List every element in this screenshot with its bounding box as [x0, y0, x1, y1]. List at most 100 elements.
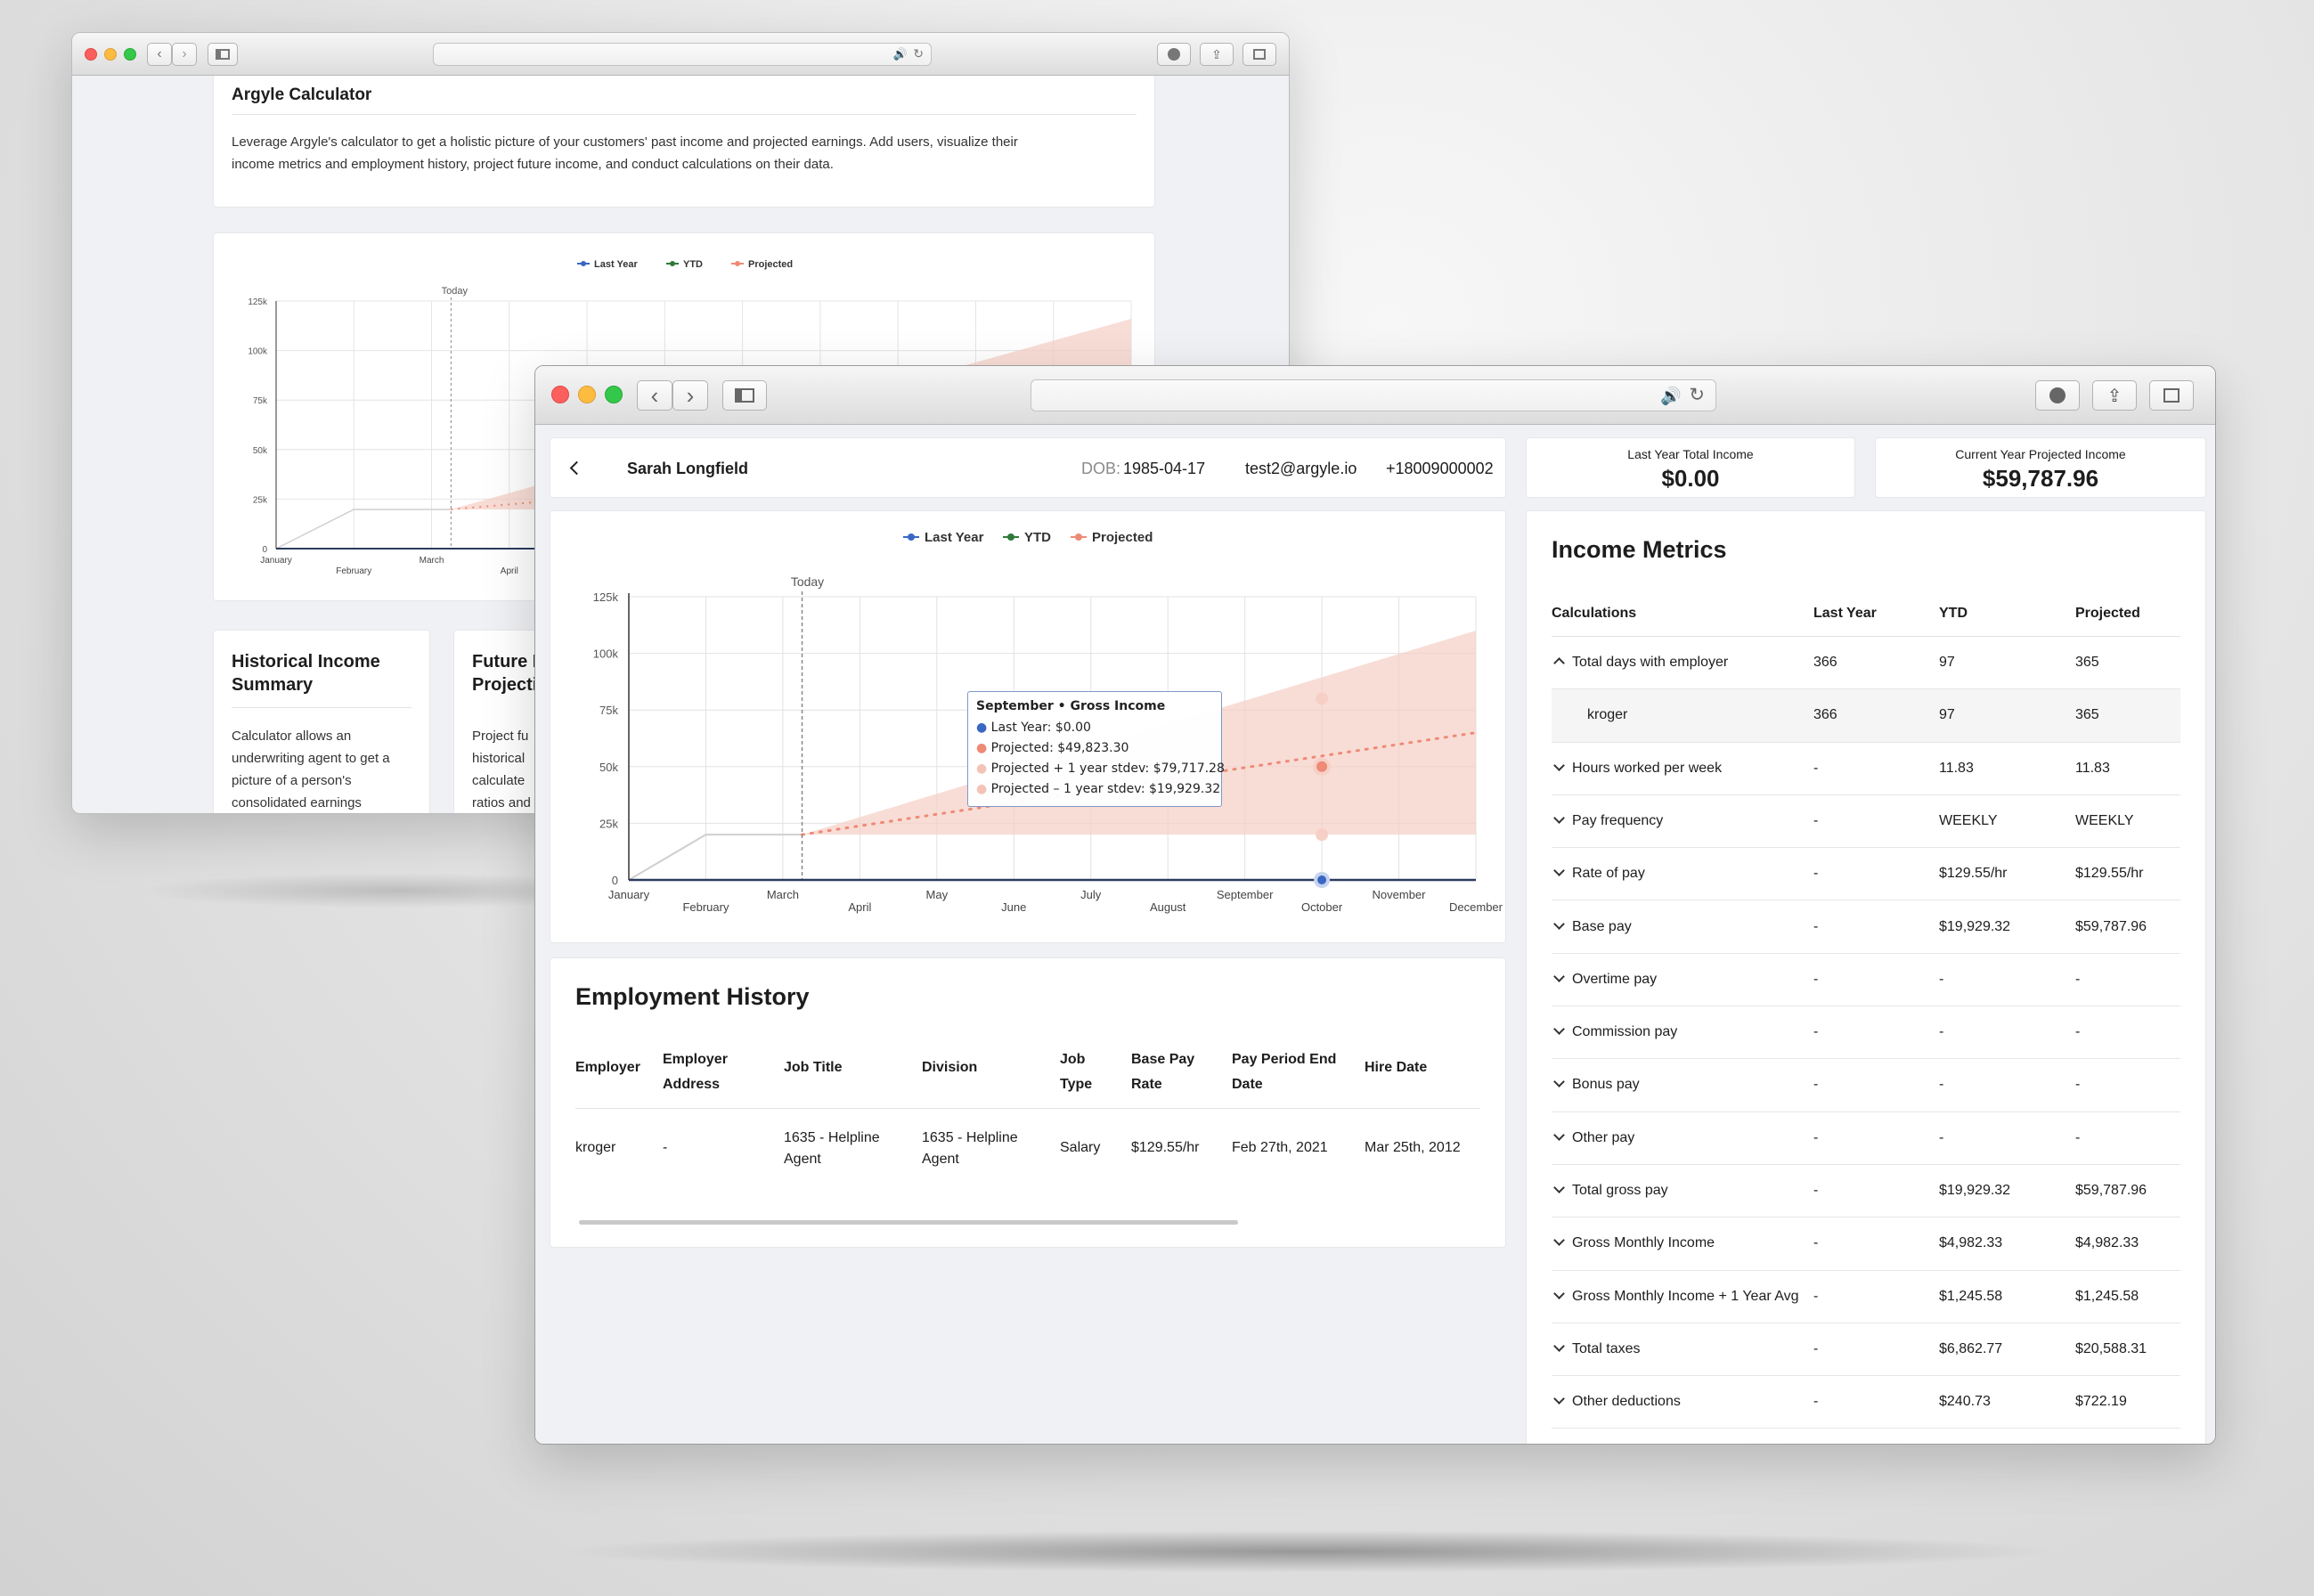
- metric-last-year-text: 366: [1813, 707, 1837, 723]
- chevron-down-icon[interactable]: [1553, 917, 1565, 930]
- dob-value: 1985-04-17: [1123, 460, 1206, 477]
- minimize-button[interactable]: [104, 48, 117, 61]
- horizontal-scrollbar[interactable]: [579, 1220, 1238, 1225]
- card-title: Summary: [232, 675, 314, 695]
- chevron-down-icon[interactable]: [1553, 1393, 1565, 1405]
- reload-icon[interactable]: ↻: [913, 46, 924, 61]
- col-pay-period-end: Pay Period End Date: [1232, 1052, 1337, 1092]
- col-employer-address: Employer Address: [663, 1052, 728, 1092]
- metric-projected: $4,982.33: [2075, 1235, 2139, 1251]
- metrics-row[interactable]: Overtime pay - - -: [1552, 954, 2180, 1007]
- zoom-button[interactable]: [124, 48, 136, 61]
- tabs-button[interactable]: [1243, 43, 1276, 66]
- tabs-button[interactable]: [2149, 380, 2194, 411]
- back-nav-button[interactable]: ‹: [637, 380, 672, 411]
- sidebar-toggle-button[interactable]: [208, 43, 238, 66]
- metric-ytd: $240.73: [1939, 1394, 1991, 1410]
- col-ytd: YTD: [1939, 606, 1968, 621]
- metrics-row[interactable]: Other deductions - $240.73 $722.19: [1552, 1376, 2180, 1429]
- metric-ytd: -: [1939, 972, 1943, 988]
- reload-icon[interactable]: ↻: [1689, 384, 1705, 406]
- metrics-row[interactable]: Base pay - $19,929.32 $59,787.96: [1552, 901, 2180, 954]
- legend-marker: [908, 533, 915, 541]
- sidebar-toggle-button[interactable]: [722, 380, 767, 411]
- metric-ytd-text: $240.73: [1939, 1394, 1991, 1410]
- share-button[interactable]: ⇪: [2092, 380, 2137, 411]
- last-year-income-card: Last Year Total Income $0.00: [1526, 437, 1855, 498]
- chevron-down-icon[interactable]: [1553, 865, 1565, 877]
- share-button[interactable]: ⇪: [1200, 43, 1234, 66]
- tooltip-line-upper: ● Projected + 1 year stdev: $79,717.28: [976, 761, 1225, 776]
- col-calculations: Calculations: [1552, 606, 1637, 621]
- chevron-down-icon[interactable]: [1553, 1076, 1565, 1088]
- metrics-row[interactable]: Gross Monthly Income + 1 Year Avg - $1,245…: [1552, 1271, 2180, 1323]
- metric-projected-text: $4,982.33: [2075, 1235, 2139, 1251]
- chevron-down-icon[interactable]: [1553, 1128, 1565, 1141]
- divider: [232, 114, 1137, 115]
- back-toolbar: ‹ › 🔊 ↻ ⇪: [72, 33, 1289, 76]
- close-button[interactable]: [551, 386, 569, 403]
- metric-projected: -: [2075, 972, 2080, 988]
- metric-ytd: $19,929.32: [1939, 919, 2010, 935]
- card-text: picture of a person's: [232, 773, 352, 788]
- back-nav-button[interactable]: ‹: [147, 43, 172, 66]
- metric-ytd: -: [1939, 1024, 1943, 1040]
- forward-nav-button[interactable]: ›: [172, 43, 197, 66]
- metric-last-year-text: -: [1813, 1024, 1819, 1040]
- metric-last-year-text: -: [1813, 1183, 1819, 1198]
- today-label: Today: [791, 574, 824, 589]
- income-metrics-card: Income Metrics Calculations Last Year YT…: [1526, 510, 2206, 1444]
- metric-last-year: 366: [1813, 655, 1837, 671]
- metrics-row[interactable]: Rate of pay - $129.55/hr $129.55/hr: [1552, 848, 2180, 901]
- chevron-down-icon[interactable]: [1553, 1182, 1565, 1193]
- chevron-down-icon[interactable]: [1553, 812, 1565, 824]
- metric-projected-text: -: [2075, 971, 2081, 987]
- card-text: underwriting agent to get a: [232, 751, 390, 766]
- url-bar[interactable]: 🔊 ↻: [1031, 379, 1716, 411]
- chevron-down-icon[interactable]: [1553, 759, 1565, 771]
- x-tick-label: March: [420, 556, 444, 566]
- chevron-down-icon[interactable]: [1553, 1023, 1565, 1035]
- dot-icon: ●: [976, 721, 988, 735]
- zoom-button[interactable]: [605, 386, 623, 403]
- tooltip-line-projected: ● Projected: $49,823.30: [976, 741, 1129, 755]
- download-button[interactable]: [1157, 43, 1191, 66]
- calculator-title: Argyle Calculator: [232, 86, 372, 104]
- tooltip-title: September • Gross Income: [976, 699, 1166, 713]
- metrics-row[interactable]: Hours worked per week - 11.83 11.83: [1552, 743, 2180, 795]
- metric-label: Gross Monthly Income + 1 Year Avg: [1553, 1287, 1799, 1305]
- hover-point-upper: [1316, 692, 1329, 705]
- metric-last-year: 366: [1813, 707, 1837, 723]
- metrics-row[interactable]: Gross Monthly Income - $4,982.33 $4,982.33: [1552, 1217, 2180, 1271]
- metrics-row[interactable]: Other pay - - -: [1552, 1112, 2180, 1165]
- chevron-right-icon: ›: [182, 46, 187, 61]
- metric-projected-text: 11.83: [2075, 760, 2110, 776]
- download-button[interactable]: [2035, 380, 2080, 411]
- url-bar[interactable]: 🔊 ↻: [433, 43, 932, 66]
- chevron-down-icon[interactable]: [1553, 1234, 1565, 1247]
- metric-last-year: -: [1813, 1289, 1818, 1305]
- back-chevron-icon[interactable]: [569, 460, 584, 476]
- metric-projected-text: $20,588.31: [2075, 1340, 2147, 1356]
- chevron-down-icon[interactable]: [1553, 1340, 1565, 1352]
- close-button[interactable]: [85, 48, 97, 61]
- metrics-row[interactable]: Pay frequency - WEEKLY WEEKLY: [1552, 795, 2180, 849]
- speaker-icon[interactable]: 🔊: [893, 47, 908, 61]
- chevron-down-icon[interactable]: [1553, 1287, 1565, 1299]
- metric-ytd: $6,862.77: [1939, 1341, 2002, 1357]
- metric-ytd: $1,245.58: [1939, 1289, 2002, 1305]
- metric-last-year: -: [1813, 919, 1818, 935]
- card-title: Future I: [472, 652, 538, 672]
- metrics-row[interactable]: Bonus pay - - -: [1552, 1059, 2180, 1112]
- metrics-row[interactable]: Total gross pay - $19,929.32 $59,787.96: [1552, 1165, 2180, 1218]
- metrics-row[interactable]: Commission pay - - -: [1552, 1006, 2180, 1060]
- chevron-down-icon[interactable]: [1553, 970, 1565, 982]
- forward-nav-button[interactable]: ›: [672, 380, 708, 411]
- metrics-row[interactable]: Total days with employer 366 97 365: [1552, 637, 2180, 690]
- chevron-up-icon[interactable]: [1553, 657, 1565, 669]
- user-phone: +18009000002: [1386, 460, 1494, 477]
- metric-ytd: WEEKLY: [1939, 813, 1998, 829]
- metrics-row[interactable]: Total taxes - $6,862.77 $20,588.31: [1552, 1323, 2180, 1377]
- speaker-icon[interactable]: 🔊: [1660, 386, 1682, 407]
- minimize-button[interactable]: [578, 386, 596, 403]
